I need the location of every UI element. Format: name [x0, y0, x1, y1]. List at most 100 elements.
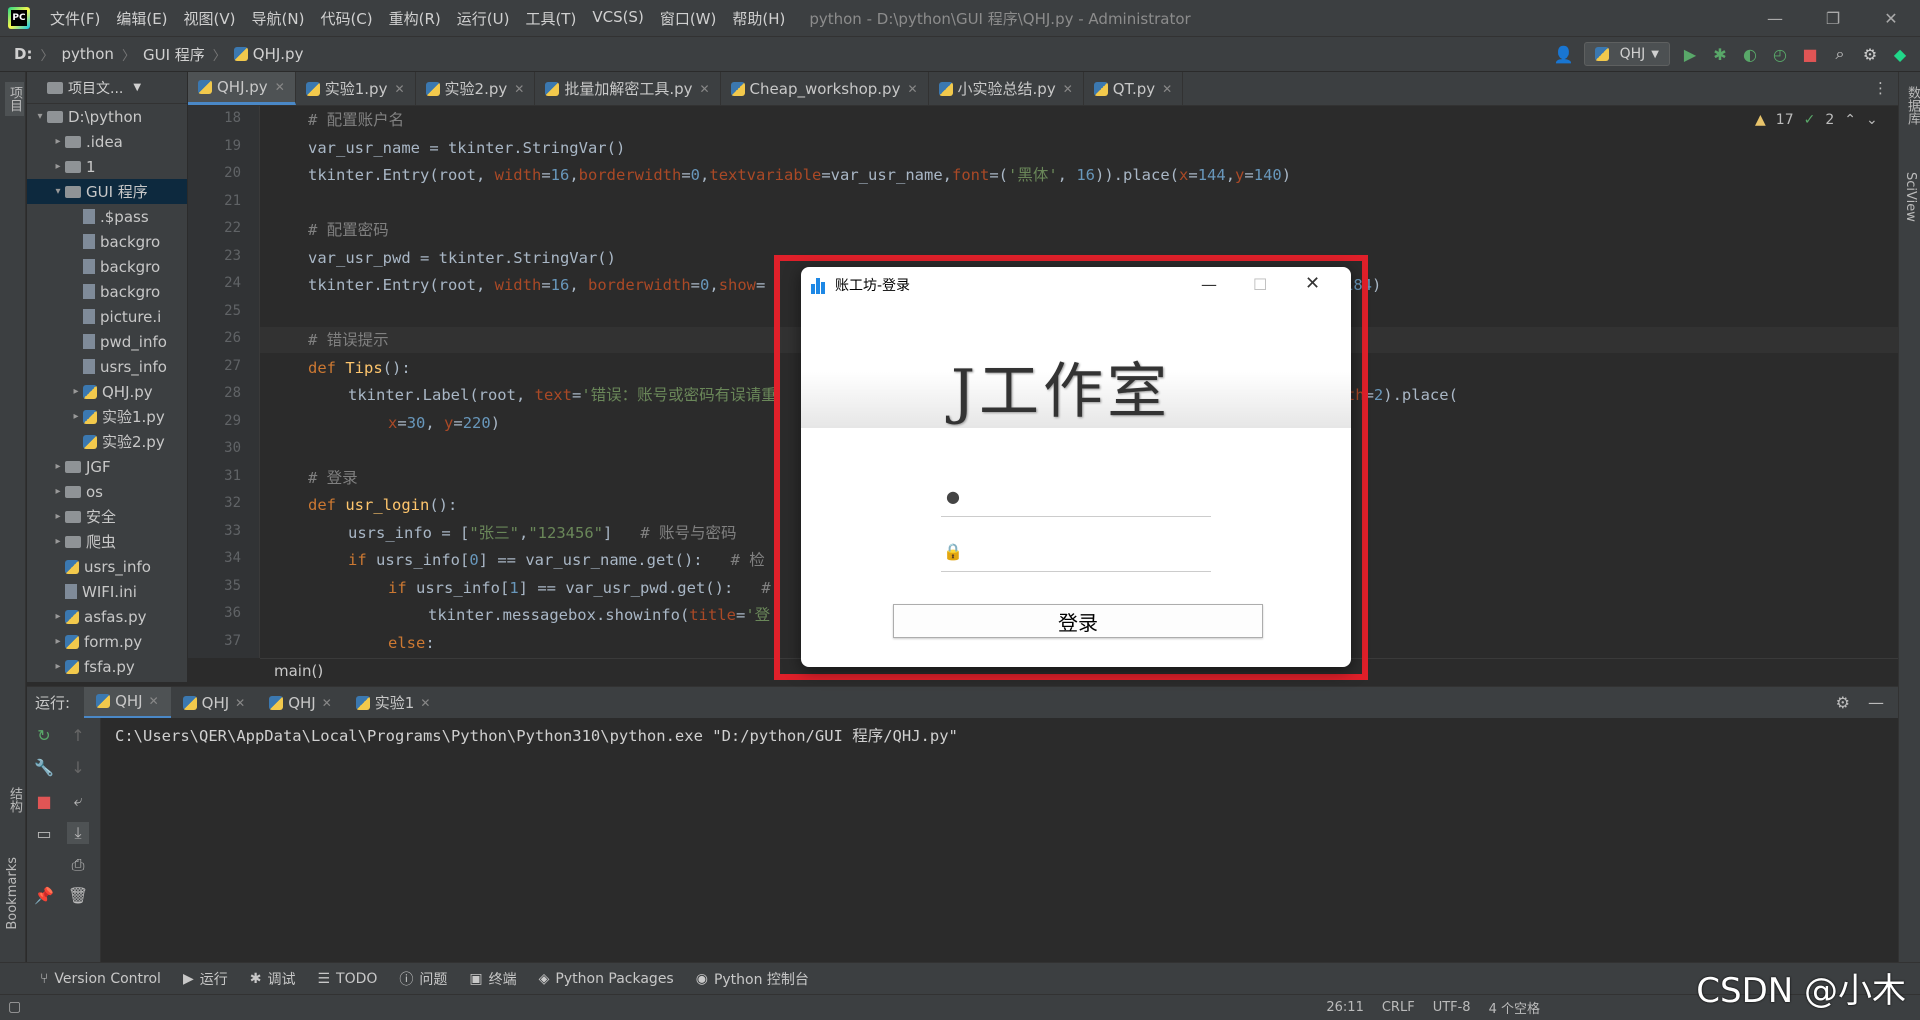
- stop-icon[interactable]: ■: [1800, 44, 1820, 64]
- line-separator[interactable]: CRLF: [1382, 1000, 1415, 1015]
- close-tab-icon[interactable]: ✕: [514, 82, 524, 96]
- expand-arrow-icon[interactable]: ▸: [51, 486, 65, 497]
- tree-item[interactable]: backgro: [27, 254, 187, 279]
- bottom-tool-button[interactable]: ⓘ 问题: [399, 969, 447, 989]
- expand-arrow-icon[interactable]: ▸: [51, 161, 65, 172]
- inspection-widget[interactable]: ▲ 17 ✓ 2 ⌃ ⌄: [1755, 112, 1878, 128]
- expand-arrow-icon[interactable]: ▸: [51, 511, 65, 522]
- debug-icon[interactable]: ✱: [1710, 44, 1730, 64]
- database-tool-tab[interactable]: 数据库: [1903, 86, 1920, 125]
- menu-item[interactable]: 文件(F): [42, 8, 108, 29]
- tree-item[interactable]: 实验2.py: [27, 429, 187, 454]
- file-encoding[interactable]: UTF-8: [1433, 1000, 1471, 1015]
- editor-tab[interactable]: Cheap_workshop.py ✕: [721, 72, 929, 105]
- tree-item[interactable]: pwd_info: [27, 329, 187, 354]
- expand-arrow-icon[interactable]: ▸: [51, 661, 65, 672]
- tree-item[interactable]: ▸ os: [27, 479, 187, 504]
- run-tab[interactable]: 实验1 ✕: [344, 687, 443, 719]
- run-console[interactable]: C:\Users\QER\AppData\Local\Programs\Pyth…: [101, 718, 1898, 962]
- stop-icon[interactable]: ■: [33, 790, 55, 812]
- expand-arrow-icon[interactable]: ▸: [69, 386, 83, 397]
- editor-tab[interactable]: 批量加解密工具.py ✕: [535, 72, 721, 105]
- expand-arrow-icon[interactable]: ▾: [33, 111, 47, 122]
- menu-item[interactable]: 代码(C): [312, 8, 380, 29]
- gear-icon[interactable]: ⚙: [1836, 693, 1850, 712]
- tree-item[interactable]: usrs_info: [27, 554, 187, 579]
- tree-item[interactable]: backgro: [27, 229, 187, 254]
- tree-item[interactable]: ▾ GUI 程序: [27, 179, 187, 204]
- editor-tab[interactable]: 实验2.py ✕: [416, 72, 536, 105]
- tree-item[interactable]: backgro: [27, 279, 187, 304]
- tree-item[interactable]: ▸ 安全: [27, 504, 187, 529]
- tree-item[interactable]: ▸ 爬虫: [27, 529, 187, 554]
- menu-item[interactable]: 视图(V): [176, 8, 244, 29]
- print-icon[interactable]: ⎙: [67, 854, 89, 876]
- expand-arrow-icon[interactable]: ▸: [51, 636, 65, 647]
- gear-icon[interactable]: ⚙: [1860, 44, 1880, 64]
- close-tab-icon[interactable]: ✕: [235, 696, 245, 710]
- expand-arrow-icon[interactable]: ▸: [51, 611, 65, 622]
- dialog-maximize-button[interactable]: ☐: [1253, 275, 1267, 294]
- wrench-icon[interactable]: 🔧: [33, 756, 55, 778]
- chevron-up-icon[interactable]: ⌃: [1844, 112, 1856, 128]
- project-tool-tab[interactable]: 项目: [5, 82, 24, 116]
- tree-item[interactable]: ▸ form.py: [27, 629, 187, 654]
- tree-item[interactable]: ▸ asfas.py: [27, 604, 187, 629]
- editor-tab[interactable]: QHJ.py ✕: [188, 72, 296, 105]
- menu-item[interactable]: 运行(U): [449, 8, 518, 29]
- restore-button[interactable]: ❐: [1804, 9, 1862, 28]
- expand-arrow-icon[interactable]: ▸: [51, 536, 65, 547]
- run-icon[interactable]: ▶: [1680, 44, 1700, 64]
- close-tab-icon[interactable]: ✕: [1063, 82, 1073, 96]
- close-tab-icon[interactable]: ✕: [394, 82, 404, 96]
- dialog-minimize-button[interactable]: —: [1201, 275, 1217, 294]
- close-tab-icon[interactable]: ✕: [322, 696, 332, 710]
- password-input[interactable]: [971, 541, 1211, 562]
- run-tab[interactable]: QHJ ✕: [257, 687, 344, 719]
- menu-item[interactable]: 窗口(W): [652, 8, 725, 29]
- caret-position[interactable]: 26:11: [1326, 1000, 1363, 1015]
- tree-item[interactable]: picture.i: [27, 304, 187, 329]
- tree-item[interactable]: ▸ 1: [27, 154, 187, 179]
- editor-tab[interactable]: QT.py ✕: [1084, 72, 1184, 105]
- indent-setting[interactable]: 4 个空格: [1489, 998, 1540, 1017]
- close-button[interactable]: ✕: [1862, 9, 1920, 28]
- bottom-tool-button[interactable]: ◉ Python 控制台: [696, 969, 809, 989]
- editor-tab[interactable]: 小实验总结.py ✕: [929, 72, 1084, 105]
- hide-icon[interactable]: —: [1868, 693, 1884, 712]
- close-tab-icon[interactable]: ✕: [907, 82, 917, 96]
- expand-arrow-icon[interactable]: ▸: [51, 461, 65, 472]
- menu-item[interactable]: 重构(R): [381, 8, 449, 29]
- tree-item[interactable]: ▸ 实验1.py: [27, 404, 187, 429]
- dialog-close-button[interactable]: ✕: [1305, 273, 1320, 294]
- chevron-down-icon[interactable]: ▼: [133, 82, 141, 93]
- bottom-tool-button[interactable]: ☰ TODO: [317, 971, 377, 987]
- tree-item[interactable]: usrs_info: [27, 354, 187, 379]
- tree-item[interactable]: ▸ .idea: [27, 129, 187, 154]
- coverage-icon[interactable]: ◐: [1740, 44, 1760, 64]
- menu-item[interactable]: 编辑(E): [108, 8, 175, 29]
- profile-icon[interactable]: ◴: [1770, 44, 1790, 64]
- bottom-tool-button[interactable]: ⑂ Version Control: [40, 971, 161, 987]
- close-tab-icon[interactable]: ✕: [149, 694, 159, 708]
- arrow-down-icon[interactable]: ↓: [67, 756, 89, 778]
- plugin-icon[interactable]: ◆: [1890, 44, 1910, 64]
- trash-icon[interactable]: 🗑: [67, 884, 89, 906]
- more-tabs-icon[interactable]: ⋮: [1863, 79, 1898, 105]
- crumb-gui[interactable]: GUI 程序: [143, 44, 205, 65]
- close-tab-icon[interactable]: ✕: [699, 82, 709, 96]
- chevron-down-icon[interactable]: ⌄: [1866, 112, 1878, 128]
- scroll-to-end-icon[interactable]: ⤓: [67, 822, 89, 844]
- arrow-up-icon[interactable]: ↑: [67, 724, 89, 746]
- layout-icon[interactable]: ▭: [33, 822, 55, 844]
- bottom-tool-button[interactable]: ✱ 调试: [250, 969, 296, 989]
- pin-icon[interactable]: 📌: [33, 884, 55, 906]
- toggle-tool-windows-icon[interactable]: ▢: [8, 999, 21, 1015]
- close-tab-icon[interactable]: ✕: [1162, 82, 1172, 96]
- minimize-button[interactable]: —: [1746, 9, 1804, 28]
- menu-item[interactable]: 帮助(H): [724, 8, 793, 29]
- tree-item[interactable]: ▸ fsfa.py: [27, 654, 187, 679]
- expand-arrow-icon[interactable]: ▾: [51, 186, 65, 197]
- crumb-drive[interactable]: D:: [14, 45, 32, 63]
- run-tab[interactable]: QHJ ✕: [84, 686, 171, 719]
